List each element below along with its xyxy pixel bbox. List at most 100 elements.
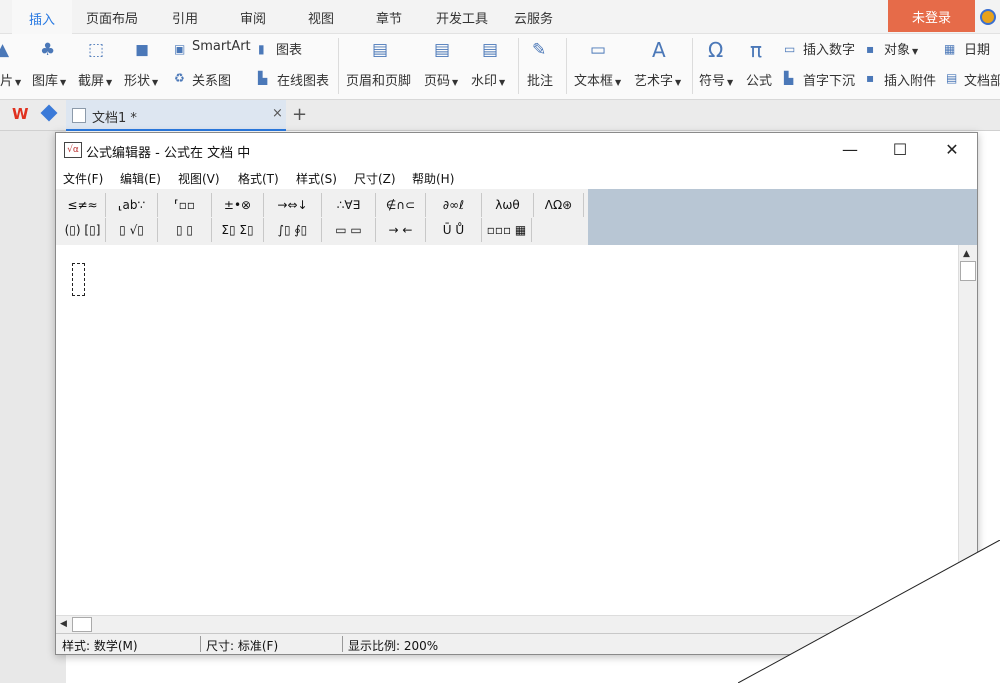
subscript-superscript-button[interactable]: ▯ ▯ [158,218,212,242]
arrow-symbols-button[interactable]: →⇔↓ [264,193,322,217]
header-footer-icon[interactable]: ▤ [372,40,388,60]
screenshot-label: 截屏 [78,74,105,89]
equation-slot[interactable] [72,263,85,296]
login-button[interactable]: 未登录 [888,0,975,32]
menu-view[interactable]: 视图(V) [178,170,220,187]
textbox-icon[interactable]: ▭ [590,40,606,60]
dropcap-button[interactable]: 首字下沉 [803,70,855,89]
formula-button[interactable]: 公式 [746,70,772,89]
document-tab-bar: W 文档1 * × + [0,100,1000,131]
fraction-radical-button[interactable]: ▯ √▯ [106,218,158,242]
add-tab-button[interactable]: + [292,104,307,125]
omega-icon[interactable]: Ω [708,38,723,62]
scroll-left-icon[interactable]: ◀ [60,619,67,629]
fence-templates-button[interactable]: (▯) [▯] [60,218,106,242]
ribbon-separator [338,38,339,94]
comment-icon[interactable]: ✎ [532,40,546,60]
labeled-arrow-button[interactable]: → ← [376,218,426,242]
relational-symbols-button[interactable]: ≤≠≈ [60,193,106,217]
horizontal-scroll-thumb[interactable] [72,617,92,632]
picture-icon[interactable]: ▲ [0,40,9,60]
document-icon [72,108,86,123]
attachment-button[interactable]: 插入附件 [884,70,936,89]
watermark-button[interactable]: 水印 ▼ [471,70,505,89]
integral-button[interactable]: ∫▯ ∮▯ [264,218,322,242]
misc-symbols-button[interactable]: ∂∞ℓ [426,193,482,217]
tab-references[interactable]: 引用 [172,8,198,27]
tab-developer[interactable]: 开发工具 [436,8,488,27]
tab-page-layout[interactable]: 页面布局 [86,8,138,27]
matrix-button[interactable]: ▫▫▫ ▦ [482,218,532,242]
insert-number-button[interactable]: 插入数字 [803,39,855,58]
chart-icon: ▮ [258,42,265,56]
tab-insert[interactable]: 插入 [12,0,73,35]
pi-icon[interactable]: π [750,38,762,62]
wordart-icon[interactable]: A [652,38,666,62]
page-number-icon[interactable]: ▤ [434,40,450,60]
picture-button[interactable]: 片 ▼ [0,70,21,89]
symbol-button[interactable]: 符号 ▼ [699,70,733,89]
operator-symbols-button[interactable]: ±•⊗ [212,193,264,217]
shield-icon[interactable] [980,9,996,25]
screenshot-button[interactable]: 截屏 ▼ [78,70,112,89]
relation-button[interactable]: 关系图 [192,70,231,89]
insert-number-icon: ▭ [784,42,796,56]
menu-style[interactable]: 样式(S) [296,170,337,187]
menu-file[interactable]: 文件(F) [63,170,103,187]
close-icon[interactable]: ✕ [930,138,974,162]
tab-cloud-service[interactable]: 云服务 [514,8,553,27]
embellishments-button[interactable]: ⸢▫▫ [158,193,212,217]
comment-button[interactable]: 批注 [527,70,553,89]
tab-view[interactable]: 视图 [308,8,334,27]
smartart-button[interactable]: SmartArt [192,39,251,54]
object-icon: ▪ [866,42,875,56]
wordart-label: 艺术字 [634,74,674,89]
textbox-button[interactable]: 文本框 ▼ [574,70,621,89]
shapes-icon[interactable]: ◼ [135,40,149,60]
underbar-overbar-button[interactable]: ▭ ▭ [322,218,376,242]
date-icon: ▦ [944,42,956,56]
vertical-scroll-thumb[interactable] [960,261,976,281]
shapes-button[interactable]: 形状 ▼ [124,70,158,89]
status-zoom: 显示比例: 200% [348,639,439,653]
ribbon-separator [692,38,693,94]
object-label: 对象 [884,43,911,58]
summation-button[interactable]: Σ▯ Σ▯ [212,218,264,242]
scroll-up-icon[interactable]: ▲ [963,249,970,259]
wordart-button[interactable]: 艺术字 ▼ [634,70,681,89]
maximize-icon[interactable]: ☐ [878,138,922,162]
menu-edit[interactable]: 编辑(E) [120,170,161,187]
gallery-button[interactable]: 图库 ▼ [32,70,66,89]
page-number-button[interactable]: 页码 ▼ [424,70,458,89]
chart-button[interactable]: 图表 [276,39,302,58]
attachment-icon: ▪ [866,71,875,85]
date-button[interactable]: 日期 [964,39,990,58]
online-chart-button[interactable]: 在线图表 [277,70,329,89]
status-style: 样式: 数学(M) [62,639,138,653]
set-theory-button[interactable]: ∉∩⊂ [376,193,426,217]
products-set-button[interactable]: Ū Ů [426,218,482,242]
watermark-label: 水印 [471,74,498,89]
menu-size[interactable]: 尺寸(Z) [354,170,396,187]
minimize-icon[interactable]: — [828,138,872,162]
gallery-icon[interactable]: ♣ [40,40,55,60]
menu-format[interactable]: 格式(T) [238,170,279,187]
greek-lowercase-button[interactable]: λωθ [482,193,534,217]
greek-uppercase-button[interactable]: ΛΩ⊛ [534,193,584,217]
tab-document[interactable]: 文档1 * × [66,100,286,131]
dialog-titlebar[interactable]: √α 公式编辑器 - 公式在 文档 中 — ☐ ✕ [56,133,977,167]
menu-help[interactable]: 帮助(H) [412,170,454,187]
watermark-icon[interactable]: ▤ [482,40,498,60]
tab-review[interactable]: 审阅 [240,8,266,27]
wps-logo-icon[interactable]: W [12,105,29,123]
screenshot-icon[interactable]: ⬚ [88,40,104,60]
tab-section[interactable]: 章节 [376,8,402,27]
logical-symbols-button[interactable]: ∴∀∃ [322,193,376,217]
doc-part-icon: ▤ [946,71,958,85]
doc-part-button[interactable]: 文档部 [964,70,1000,89]
cube-icon[interactable] [40,104,58,122]
close-tab-icon[interactable]: × [272,106,283,121]
object-button[interactable]: 对象 ▼ [884,39,918,58]
header-footer-button[interactable]: 页眉和页脚 [346,70,411,89]
spaces-ellipses-button[interactable]: ⸤ab∵ [106,193,158,217]
